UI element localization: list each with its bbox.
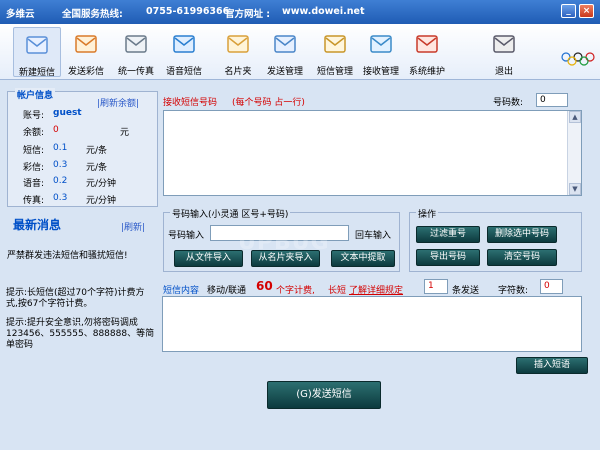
mms-rate-unit: 元/条 [86,163,108,173]
import-file-button[interactable]: 从文件导入 [174,250,243,267]
scroll-up-icon[interactable]: ▲ [569,111,581,123]
contacts-folder-icon [227,35,249,53]
toolbar-label: 语音短信 [165,67,202,77]
enter-input-label: 回车输入 [355,231,392,241]
receive-manage-icon [370,35,392,53]
scroll-down-icon[interactable]: ▼ [569,183,581,195]
sms-manage-icon [324,35,346,53]
number-input-label: 号码输入 [168,231,205,241]
send-count-field[interactable]: 1 [424,279,448,294]
insert-phrase-button[interactable]: 插入短语 [516,357,588,374]
sms-rate-label: 短信: [23,146,45,156]
receiver-scrollbar[interactable]: ▲ ▼ [567,111,581,195]
receiver-label: 接收短信号码 [163,98,218,108]
toolbar-label: 新建短信 [18,68,55,78]
send-sms-button[interactable]: (G)发送短信 [267,381,381,409]
toolbar-button-1[interactable]: 新建短信 [13,27,61,78]
fax-icon [125,35,147,53]
title-bar: 多维云 全国服务热线: 0755-61996366 官方网址 : www.dow… [0,0,600,24]
hotline-label: 全国服务热线: [62,9,123,20]
learn-more-link[interactable]: 了解详细规定 [349,283,403,296]
toolbar-button-4[interactable]: 语音短信 [160,27,208,77]
site-label: 官方网址 : [225,9,271,20]
number-input-legend: 号码输入(小灵通 区号+号码) [170,207,291,220]
balance-label: 余额: [23,128,45,138]
mms-rate-value: 0.3 [53,160,68,170]
number-count-label: 号码数: [493,98,524,108]
watermark: UPBUG [238,230,330,255]
send-count-unit: 条发送 [452,286,480,296]
extract-text-button[interactable]: 文本中提取 [331,250,395,267]
account-value: guest [53,108,82,118]
balance-value: 0 [53,125,59,135]
fax-rate-label: 传真: [23,196,45,206]
sms-content-textarea[interactable] [162,296,582,352]
number-count-field: 0 [536,93,568,107]
toolbar-button-10[interactable]: 退出 [480,27,528,77]
toolbar-button-8[interactable]: 接收管理 [357,27,405,77]
delete-selected-button[interactable]: 删除选中号码 [487,226,557,243]
toolbar-label: 接收管理 [362,67,399,77]
news-message: 严禁群发违法短信和骚扰短信! [7,251,128,261]
toolbar-label: 短信管理 [316,67,353,77]
close-button[interactable]: × [579,4,594,18]
fax-rate-unit: 元/分钟 [86,196,117,206]
mms-rate-label: 彩信: [23,163,45,173]
toolbar-label: 发送彩信 [67,67,104,77]
send-manage-icon [274,35,296,53]
account-label: 账号: [23,111,45,121]
toolbar: 新建短信 发送彩信 统一传真 语音短信 名片夹 发送管理 短信管理 接收管理 系统维护 退出 [0,24,600,80]
voice-rate-value: 0.2 [53,176,68,186]
toolbar-label: 退出 [494,67,513,77]
fax-rate-value: 0.3 [53,193,68,203]
char-count-label: 字符数: [498,286,529,296]
sms-rate-value: 0.1 [53,143,68,153]
voice-rate-unit: 元/分钟 [86,179,117,189]
carrier-label: 移动/联通 [207,286,247,296]
toolbar-button-6[interactable]: 发送管理 [261,27,309,77]
export-numbers-button[interactable]: 导出号码 [416,249,480,266]
char-count-field: 0 [540,279,563,294]
long-sms-label: 长短 [328,286,347,296]
filter-duplicates-button[interactable]: 过滤重号 [416,226,480,243]
toolbar-button-7[interactable]: 短信管理 [311,27,359,77]
refresh-news-link[interactable]: |刷新| [121,220,145,233]
toolbar-label: 名片夹 [224,67,252,77]
toolbar-button-3[interactable]: 统一传真 [112,27,160,77]
site-url: www.dowei.net [282,6,365,17]
toolbar-label: 统一传真 [117,67,154,77]
account-title: 帐户信息 [15,88,56,101]
tip-long-sms: 提示:长短信(超过70个字符)计费方式,按67个字符计费。 [6,288,145,309]
voice-phone-icon [173,35,195,53]
content-label: 短信内容 [163,286,200,296]
sms-rate-unit: 元/条 [86,146,108,156]
toolbar-button-5[interactable]: 名片夹 [214,27,262,77]
minimize-button[interactable]: _ [561,4,576,18]
tools-icon [416,35,438,53]
toolbar-label: 发送管理 [266,67,303,77]
olympic-rings-icon [561,52,595,66]
app-name: 多维云 [6,9,35,20]
receiver-hint: (每个号码 占一行) [232,98,305,108]
per-sms-unit: 个字计费, [276,286,315,296]
balance-unit: 元 [120,128,130,138]
toolbar-label: 系统维护 [408,67,445,77]
refresh-balance-link[interactable]: |刷新余额| [97,96,139,109]
tip-security: 提示:提升安全意识,勿将密码调成 123456、555555、888888、等简… [6,318,155,350]
hotline-number: 0755-61996366 [146,6,230,17]
new-sms-icon [26,36,48,54]
exit-icon [493,35,515,53]
toolbar-button-9[interactable]: 系统维护 [403,27,451,77]
toolbar-button-2[interactable]: 发送彩信 [62,27,110,77]
operations-legend: 操作 [416,207,439,220]
voice-rate-label: 语音: [23,179,45,189]
news-title: 最新消息 [13,218,62,232]
receiver-numbers-textarea[interactable]: ▲ ▼ [163,110,582,196]
per-sms-count: 60 [256,279,273,293]
mms-icon [75,35,97,53]
clear-numbers-button[interactable]: 清空号码 [487,249,557,266]
